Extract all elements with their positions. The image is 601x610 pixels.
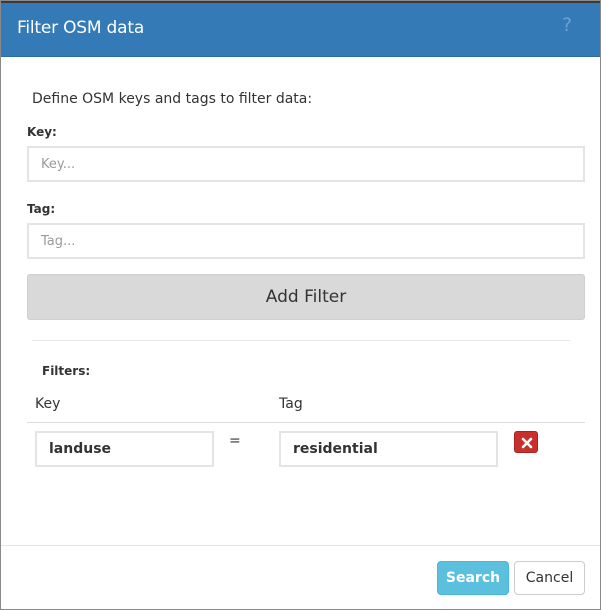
key-label: Key: (27, 125, 57, 139)
equals-sign: = (229, 433, 241, 449)
table-header-rule (27, 422, 585, 423)
search-button[interactable]: Search (437, 561, 509, 595)
dialog-title: Filter OSM data (17, 18, 145, 38)
dialog-header: Filter OSM data ? (1, 1, 600, 57)
add-filter-button[interactable]: Add Filter (27, 274, 585, 320)
key-input[interactable] (27, 146, 585, 182)
tag-input[interactable] (27, 223, 585, 259)
section-divider (32, 340, 570, 341)
column-header-key: Key (35, 396, 61, 412)
close-icon (521, 437, 533, 449)
footer-divider (1, 545, 600, 546)
filter-tag-field[interactable] (279, 431, 498, 467)
header-top-strip (1, 1, 600, 3)
remove-filter-button[interactable] (514, 431, 538, 453)
help-icon[interactable]: ? (562, 14, 572, 36)
column-header-tag: Tag (279, 396, 303, 412)
filter-osm-dialog: Filter OSM data ? Define OSM keys and ta… (0, 0, 601, 610)
intro-text: Define OSM keys and tags to filter data: (32, 91, 313, 107)
filters-label: Filters: (42, 364, 91, 378)
filter-key-field[interactable] (35, 431, 214, 467)
cancel-button[interactable]: Cancel (514, 561, 585, 595)
tag-label: Tag: (27, 202, 56, 216)
